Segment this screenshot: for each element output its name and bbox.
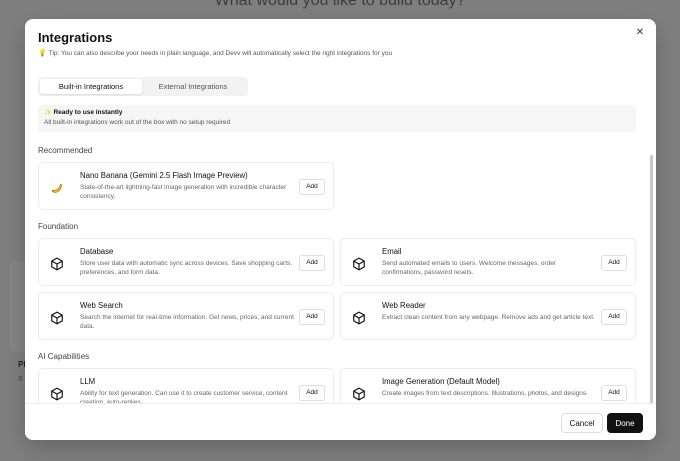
- cube-icon: [349, 254, 369, 274]
- close-button[interactable]: ✕: [633, 26, 647, 40]
- ready-title: ✨ Ready to use instantly: [44, 109, 630, 116]
- sparkle-icon: ✨: [44, 110, 52, 116]
- card-description: Send automated emails to users. Welcome …: [382, 260, 557, 276]
- background-card: [10, 262, 26, 352]
- modal-tip: 💡 Tip: You can also describe your needs …: [38, 49, 393, 58]
- add-web-search-button[interactable]: Add: [299, 309, 325, 325]
- cube-icon: [349, 308, 369, 328]
- close-icon: ✕: [635, 27, 645, 38]
- ready-description: All built-in integrations work out of th…: [44, 119, 231, 126]
- background-subtext: S: [18, 376, 23, 383]
- card-image-generation: Image Generation (Default Model) Create …: [340, 368, 636, 403]
- card-title: LLM: [80, 377, 96, 386]
- background-heading: What would you like to build today?: [214, 0, 466, 9]
- ready-title-text: Ready to use instantly: [53, 109, 123, 116]
- card-description: Ability for text generation. Can use it …: [80, 390, 288, 403]
- banana-icon: [47, 178, 67, 198]
- card-llm: LLM Ability for text generation. Can use…: [38, 368, 334, 403]
- add-nano-banana-button[interactable]: Add: [299, 179, 325, 195]
- integration-tabs: Built-in Integrations External Integrati…: [38, 77, 248, 96]
- tab-built-in[interactable]: Built-in Integrations: [40, 79, 142, 94]
- modal-scroll-area[interactable]: Built-in Integrations External Integrati…: [25, 75, 656, 403]
- section-ai-capabilities: AI Capabilities: [38, 352, 90, 361]
- tab-external[interactable]: External Integrations: [142, 79, 244, 94]
- cancel-button[interactable]: Cancel: [561, 413, 603, 433]
- add-database-button[interactable]: Add: [299, 255, 325, 271]
- card-description: Store user data with automatic sync acro…: [80, 260, 293, 276]
- modal-footer: Cancel Done: [25, 403, 656, 440]
- cube-icon: [349, 384, 369, 403]
- add-image-generation-button[interactable]: Add: [601, 385, 627, 401]
- scrollbar-thumb[interactable]: [650, 155, 653, 403]
- card-title: Email: [382, 247, 402, 256]
- card-title: Nano Banana (Gemini 2.5 Flash Image Prev…: [80, 171, 248, 180]
- card-title: Database: [80, 247, 114, 256]
- ready-info-box: ✨ Ready to use instantly All built-in in…: [38, 105, 636, 132]
- card-description: State-of-the-art lightning-fast image ge…: [80, 184, 287, 200]
- card-database: Database Store user data with automatic …: [38, 238, 334, 286]
- cube-icon: [47, 308, 67, 328]
- card-email: Email Send automated emails to users. We…: [340, 238, 636, 286]
- section-recommended: Recommended: [38, 146, 93, 155]
- add-web-reader-button[interactable]: Add: [601, 309, 627, 325]
- card-description: Create images from text descriptions. Il…: [382, 390, 588, 397]
- card-title: Web Reader: [382, 301, 426, 310]
- add-email-button[interactable]: Add: [601, 255, 627, 271]
- card-title: Web Search: [80, 301, 123, 310]
- tip-text: Tip: You can also describe your needs in…: [48, 49, 393, 57]
- done-button[interactable]: Done: [607, 413, 643, 433]
- add-llm-button[interactable]: Add: [299, 385, 325, 401]
- modal-title: Integrations: [38, 30, 113, 45]
- card-description: Search the internet for real-time inform…: [80, 314, 294, 330]
- card-web-search: Web Search Search the internet for real-…: [38, 292, 334, 340]
- lightbulb-icon: 💡: [38, 50, 47, 57]
- card-nano-banana: Nano Banana (Gemini 2.5 Flash Image Prev…: [38, 162, 334, 210]
- card-web-reader: Web Reader Extract clean content from an…: [340, 292, 636, 340]
- card-description: Extract clean content from any webpage. …: [382, 314, 595, 321]
- integrations-modal: Integrations 💡 Tip: You can also describ…: [25, 19, 656, 440]
- cube-icon: [47, 254, 67, 274]
- cube-icon: [47, 384, 67, 403]
- card-title: Image Generation (Default Model): [382, 377, 500, 386]
- section-foundation: Foundation: [38, 222, 79, 231]
